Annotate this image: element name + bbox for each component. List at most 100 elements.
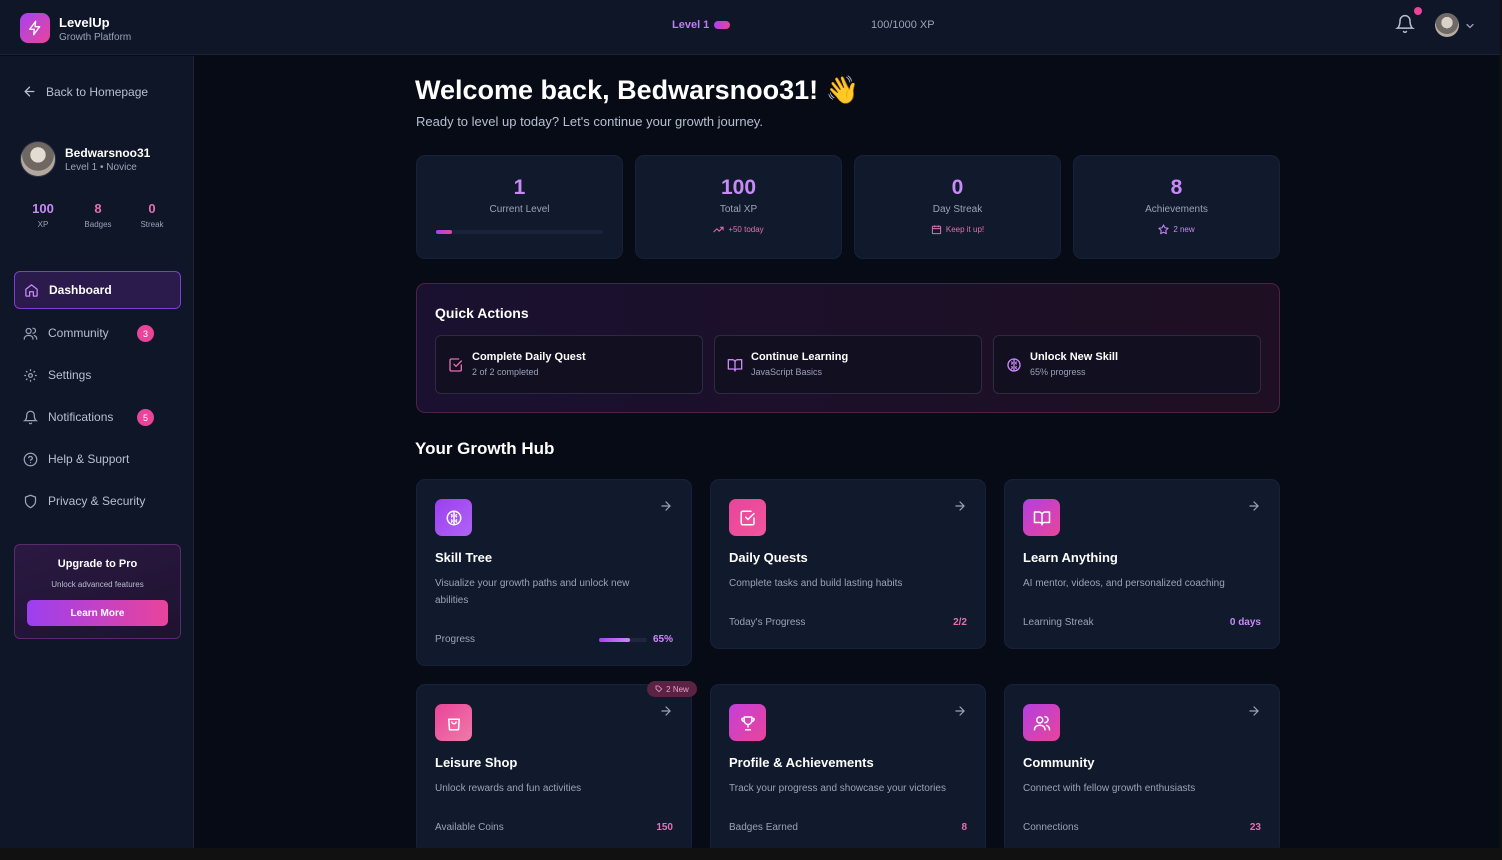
stat-card-sub-text: 2 new [1173,225,1195,234]
quick-action-daily-quest[interactable]: Complete Daily Quest 2 of 2 completed [435,335,703,394]
quick-action-subtitle: 65% progress [1030,367,1086,377]
stat-label: XP [37,220,49,229]
help-circle-icon [23,452,38,466]
stat-card-value: 1 [513,176,526,199]
sidebar-stat-badges: 8 Badges [73,201,123,229]
arrow-right-icon [955,501,965,511]
skill-tree-progress-bar [599,638,647,642]
users-icon [1023,704,1060,741]
hub-card-name: Community [1023,755,1095,770]
home-icon [25,283,38,297]
community-count-badge: 3 [137,325,154,342]
sidebar-stat-xp: 100 XP [18,201,68,229]
sidebar-item-help[interactable]: Help & Support [14,440,181,478]
back-to-homepage-link[interactable]: Back to Homepage [22,84,148,99]
app-name: LevelUp [59,15,110,30]
stat-card-value: 0 [951,176,964,199]
hub-card-profile-achievements[interactable]: Profile & Achievements Track your progre… [710,684,986,854]
book-open-icon [727,359,743,372]
book-open-icon [1023,499,1060,536]
hub-card-daily-quests[interactable]: Daily Quests Complete tasks and build la… [710,479,986,649]
stat-label: Badges [84,220,112,229]
hub-card-name: Skill Tree [435,550,493,565]
learn-more-button[interactable]: Learn More [27,600,168,626]
upgrade-card: Upgrade to Pro Unlock advanced features … [14,544,181,639]
sidebar-item-dashboard[interactable]: Dashboard [14,271,181,309]
hub-card-foot-value: 8 [961,822,967,833]
skill-tree-progress-fill [599,638,631,642]
hub-card-name: Leisure Shop [435,755,518,770]
quick-action-title: Unlock New Skill [1030,351,1119,363]
sidebar-item-privacy[interactable]: Privacy & Security [14,482,181,520]
stat-card-streak: 0 Day Streak Keep it up! [854,155,1061,259]
stat-card-sub: Keep it up! [855,224,1060,235]
stat-card-sub: 2 new [1074,224,1279,235]
level-progress-bar [436,230,603,234]
sidebar-item-notifications[interactable]: Notifications 5 [14,398,181,436]
sidebar-item-label: Notifications [48,410,114,424]
quick-actions-title: Quick Actions [435,305,529,321]
arrow-right-icon [661,706,671,716]
notification-dot [1414,7,1422,15]
bell-icon [23,410,38,424]
hub-card-leisure-shop[interactable]: Leisure Shop Unlock rewards and fun acti… [416,684,692,854]
tag-icon [655,685,663,693]
calendar-icon [931,225,942,235]
stat-card-level: 1 Current Level [416,155,623,259]
hub-card-community[interactable]: Community Connect with fellow growth ent… [1004,684,1280,854]
quick-action-title: Continue Learning [751,351,849,363]
level-progress-fill [436,230,452,234]
top-level-label: Level 1 [672,19,710,31]
arrow-right-icon [1249,501,1259,511]
hub-card-foot-value: 23 [1249,822,1261,833]
stat-card-caption: Current Level [489,204,550,215]
upgrade-subtitle: Unlock advanced features [51,580,144,589]
lightning-logo-icon[interactable] [20,13,50,43]
hub-card-name: Learn Anything [1023,550,1118,565]
sidebar-item-settings[interactable]: Settings [14,356,181,394]
sidebar-item-label: Settings [48,368,92,382]
top-bar: LevelUp Growth Platform Level 1 100/1000… [0,0,1502,55]
hub-card-name: Profile & Achievements [729,755,874,770]
quick-action-subtitle: JavaScript Basics [751,367,823,377]
stat-card-achievements: 8 Achievements 2 new [1073,155,1280,259]
hub-card-skill-tree[interactable]: Skill Tree Visualize your growth paths a… [416,479,692,666]
top-level-progress-bar [714,21,864,29]
hub-card-foot-label: Badges Earned [729,822,798,833]
app-tagline: Growth Platform [59,32,132,43]
stat-card-caption: Achievements [1145,204,1208,215]
quick-action-continue-learning[interactable]: Continue Learning JavaScript Basics [714,335,982,394]
hub-card-name: Daily Quests [729,550,808,565]
stat-card-sub-text: +50 today [728,225,764,234]
hub-card-foot-label: Learning Streak [1023,617,1094,628]
sidebar-avatar[interactable] [20,141,56,177]
hub-card-learn-anything[interactable]: Learn Anything AI mentor, videos, and pe… [1004,479,1280,649]
stat-card-sub: +50 today [636,224,841,235]
brain-icon [1007,358,1021,372]
sidebar-user-level: Level 1 • Novice [65,162,137,173]
arrow-right-icon [661,501,671,511]
trending-up-icon [713,226,724,233]
stat-value: 0 [148,201,156,216]
stat-card-xp: 100 Total XP +50 today [635,155,842,259]
star-icon [1158,224,1169,235]
hub-card-desc: Visualize your growth paths and unlock n… [435,578,630,606]
hub-card-foot-value: 2/2 [953,617,967,628]
brain-icon [435,499,472,536]
quick-action-unlock-skill[interactable]: Unlock New Skill 65% progress [993,335,1261,394]
hub-card-foot-value: 65% [652,634,673,645]
sidebar-item-label: Community [48,326,109,340]
stat-value: 8 [94,201,102,216]
sidebar-item-community[interactable]: Community 3 [14,314,181,352]
hub-card-foot-label: Connections [1023,822,1079,833]
stat-card-caption: Day Streak [932,204,983,215]
notifications-bell-icon[interactable] [1395,14,1417,36]
shield-icon [24,494,37,508]
user-avatar-button[interactable] [1435,13,1459,37]
hub-card-desc: Complete tasks and build lasting habits [729,578,903,589]
hub-card-foot-label: Today's Progress [729,617,806,628]
chevron-down-icon[interactable] [1464,19,1476,31]
new-items-pill: 2 New [647,681,697,697]
stat-card-value: 8 [1170,176,1183,199]
hub-card-foot-value: 150 [656,822,673,833]
